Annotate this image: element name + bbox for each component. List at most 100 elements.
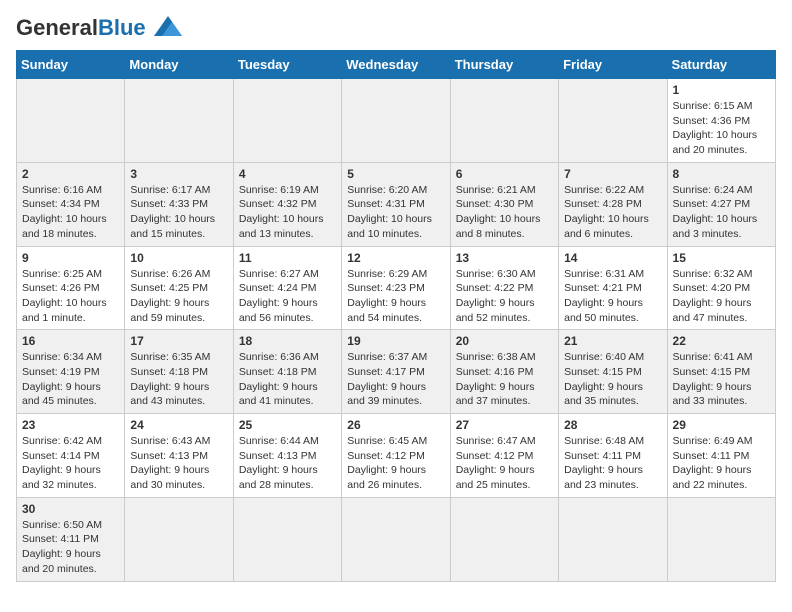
day-info: Sunrise: 6:27 AM Sunset: 4:24 PM Dayligh… xyxy=(239,267,336,326)
day-number: 28 xyxy=(564,418,661,432)
calendar-week-3: 9 Sunrise: 6:25 AM Sunset: 4:26 PM Daylig… xyxy=(17,246,776,330)
calendar-cell: 20 Sunrise: 6:38 AM Sunset: 4:16 PM Dayli… xyxy=(450,330,558,414)
calendar-header: SundayMondayTuesdayWednesdayThursdayFrid… xyxy=(17,51,776,79)
calendar-cell xyxy=(342,79,450,163)
weekday-header-sunday: Sunday xyxy=(17,51,125,79)
calendar-week-1: 1Sunrise: 6:15 AM Sunset: 4:36 PM Daylig… xyxy=(17,79,776,163)
day-number: 25 xyxy=(239,418,336,432)
day-number: 3 xyxy=(130,167,227,181)
day-info: Sunrise: 6:50 AM Sunset: 4:11 PM Dayligh… xyxy=(22,518,119,577)
calendar-cell: 30Sunrise: 6:50 AM Sunset: 4:11 PM Dayli… xyxy=(17,497,125,581)
day-info: Sunrise: 6:44 AM Sunset: 4:13 PM Dayligh… xyxy=(239,434,336,493)
day-info: Sunrise: 6:45 AM Sunset: 4:12 PM Dayligh… xyxy=(347,434,444,493)
calendar-cell: 19 Sunrise: 6:37 AM Sunset: 4:17 PM Dayli… xyxy=(342,330,450,414)
day-info: Sunrise: 6:32 AM Sunset: 4:20 PM Dayligh… xyxy=(673,267,770,326)
day-number: 6 xyxy=(456,167,553,181)
calendar-cell xyxy=(450,79,558,163)
day-info: Sunrise: 6:21 AM Sunset: 4:30 PM Dayligh… xyxy=(456,183,553,242)
day-number: 11 xyxy=(239,251,336,265)
logo: GeneralBlue xyxy=(16,16,186,40)
day-info: Sunrise: 6:37 AM Sunset: 4:17 PM Dayligh… xyxy=(347,350,444,409)
calendar-cell xyxy=(17,79,125,163)
day-number: 19 xyxy=(347,334,444,348)
day-number: 2 xyxy=(22,167,119,181)
calendar-cell xyxy=(559,497,667,581)
calendar-cell xyxy=(125,497,233,581)
day-number: 22 xyxy=(673,334,770,348)
calendar-cell: 12 Sunrise: 6:29 AM Sunset: 4:23 PM Dayli… xyxy=(342,246,450,330)
day-number: 5 xyxy=(347,167,444,181)
weekday-header-saturday: Saturday xyxy=(667,51,775,79)
day-number: 10 xyxy=(130,251,227,265)
day-info: Sunrise: 6:41 AM Sunset: 4:15 PM Dayligh… xyxy=(673,350,770,409)
calendar-cell: 27Sunrise: 6:47 AM Sunset: 4:12 PM Dayli… xyxy=(450,414,558,498)
day-info: Sunrise: 6:30 AM Sunset: 4:22 PM Dayligh… xyxy=(456,267,553,326)
calendar-cell: 25 Sunrise: 6:44 AM Sunset: 4:13 PM Dayli… xyxy=(233,414,341,498)
weekday-header-row: SundayMondayTuesdayWednesdayThursdayFrid… xyxy=(17,51,776,79)
calendar-cell: 8Sunrise: 6:24 AM Sunset: 4:27 PM Daylig… xyxy=(667,162,775,246)
calendar-cell: 2Sunrise: 6:16 AM Sunset: 4:34 PM Daylig… xyxy=(17,162,125,246)
day-number: 20 xyxy=(456,334,553,348)
calendar-cell: 6 Sunrise: 6:21 AM Sunset: 4:30 PM Daylig… xyxy=(450,162,558,246)
calendar-cell: 1Sunrise: 6:15 AM Sunset: 4:36 PM Daylig… xyxy=(667,79,775,163)
calendar-cell: 22 Sunrise: 6:41 AM Sunset: 4:15 PM Dayli… xyxy=(667,330,775,414)
calendar-week-5: 23Sunrise: 6:42 AM Sunset: 4:14 PM Dayli… xyxy=(17,414,776,498)
day-number: 12 xyxy=(347,251,444,265)
day-info: Sunrise: 6:15 AM Sunset: 4:36 PM Dayligh… xyxy=(673,99,770,158)
calendar-cell xyxy=(559,79,667,163)
day-number: 21 xyxy=(564,334,661,348)
day-number: 16 xyxy=(22,334,119,348)
day-number: 27 xyxy=(456,418,553,432)
day-number: 23 xyxy=(22,418,119,432)
day-number: 9 xyxy=(22,251,119,265)
calendar-cell xyxy=(233,497,341,581)
calendar-cell: 14Sunrise: 6:31 AM Sunset: 4:21 PM Dayli… xyxy=(559,246,667,330)
calendar-cell: 10 Sunrise: 6:26 AM Sunset: 4:25 PM Dayli… xyxy=(125,246,233,330)
calendar-cell: 24Sunrise: 6:43 AM Sunset: 4:13 PM Dayli… xyxy=(125,414,233,498)
weekday-header-monday: Monday xyxy=(125,51,233,79)
calendar-cell: 17Sunrise: 6:35 AM Sunset: 4:18 PM Dayli… xyxy=(125,330,233,414)
calendar-cell: 7Sunrise: 6:22 AM Sunset: 4:28 PM Daylig… xyxy=(559,162,667,246)
day-info: Sunrise: 6:34 AM Sunset: 4:19 PM Dayligh… xyxy=(22,350,119,409)
calendar-cell: 21Sunrise: 6:40 AM Sunset: 4:15 PM Dayli… xyxy=(559,330,667,414)
calendar-week-2: 2Sunrise: 6:16 AM Sunset: 4:34 PM Daylig… xyxy=(17,162,776,246)
calendar-cell xyxy=(450,497,558,581)
day-number: 14 xyxy=(564,251,661,265)
calendar-cell: 4 Sunrise: 6:19 AM Sunset: 4:32 PM Daylig… xyxy=(233,162,341,246)
day-number: 13 xyxy=(456,251,553,265)
day-info: Sunrise: 6:24 AM Sunset: 4:27 PM Dayligh… xyxy=(673,183,770,242)
weekday-header-wednesday: Wednesday xyxy=(342,51,450,79)
day-number: 29 xyxy=(673,418,770,432)
day-info: Sunrise: 6:49 AM Sunset: 4:11 PM Dayligh… xyxy=(673,434,770,493)
calendar-cell: 18Sunrise: 6:36 AM Sunset: 4:18 PM Dayli… xyxy=(233,330,341,414)
day-info: Sunrise: 6:19 AM Sunset: 4:32 PM Dayligh… xyxy=(239,183,336,242)
day-number: 24 xyxy=(130,418,227,432)
day-info: Sunrise: 6:29 AM Sunset: 4:23 PM Dayligh… xyxy=(347,267,444,326)
weekday-header-thursday: Thursday xyxy=(450,51,558,79)
calendar-week-6: 30Sunrise: 6:50 AM Sunset: 4:11 PM Dayli… xyxy=(17,497,776,581)
calendar-cell: 16 Sunrise: 6:34 AM Sunset: 4:19 PM Dayli… xyxy=(17,330,125,414)
logo-icon xyxy=(150,12,186,40)
calendar-cell: 5Sunrise: 6:20 AM Sunset: 4:31 PM Daylig… xyxy=(342,162,450,246)
day-info: Sunrise: 6:22 AM Sunset: 4:28 PM Dayligh… xyxy=(564,183,661,242)
day-number: 15 xyxy=(673,251,770,265)
day-number: 18 xyxy=(239,334,336,348)
calendar-cell: 9 Sunrise: 6:25 AM Sunset: 4:26 PM Daylig… xyxy=(17,246,125,330)
calendar-body: 1Sunrise: 6:15 AM Sunset: 4:36 PM Daylig… xyxy=(17,79,776,582)
day-info: Sunrise: 6:35 AM Sunset: 4:18 PM Dayligh… xyxy=(130,350,227,409)
calendar-cell: 29 Sunrise: 6:49 AM Sunset: 4:11 PM Dayli… xyxy=(667,414,775,498)
day-info: Sunrise: 6:26 AM Sunset: 4:25 PM Dayligh… xyxy=(130,267,227,326)
calendar-table: SundayMondayTuesdayWednesdayThursdayFrid… xyxy=(16,50,776,582)
day-number: 26 xyxy=(347,418,444,432)
calendar-cell: 15 Sunrise: 6:32 AM Sunset: 4:20 PM Dayli… xyxy=(667,246,775,330)
day-info: Sunrise: 6:38 AM Sunset: 4:16 PM Dayligh… xyxy=(456,350,553,409)
day-number: 4 xyxy=(239,167,336,181)
day-info: Sunrise: 6:48 AM Sunset: 4:11 PM Dayligh… xyxy=(564,434,661,493)
calendar-cell xyxy=(342,497,450,581)
day-info: Sunrise: 6:25 AM Sunset: 4:26 PM Dayligh… xyxy=(22,267,119,326)
calendar-cell: 13 Sunrise: 6:30 AM Sunset: 4:22 PM Dayli… xyxy=(450,246,558,330)
calendar-cell: 23Sunrise: 6:42 AM Sunset: 4:14 PM Dayli… xyxy=(17,414,125,498)
weekday-header-friday: Friday xyxy=(559,51,667,79)
day-info: Sunrise: 6:17 AM Sunset: 4:33 PM Dayligh… xyxy=(130,183,227,242)
calendar-cell xyxy=(125,79,233,163)
